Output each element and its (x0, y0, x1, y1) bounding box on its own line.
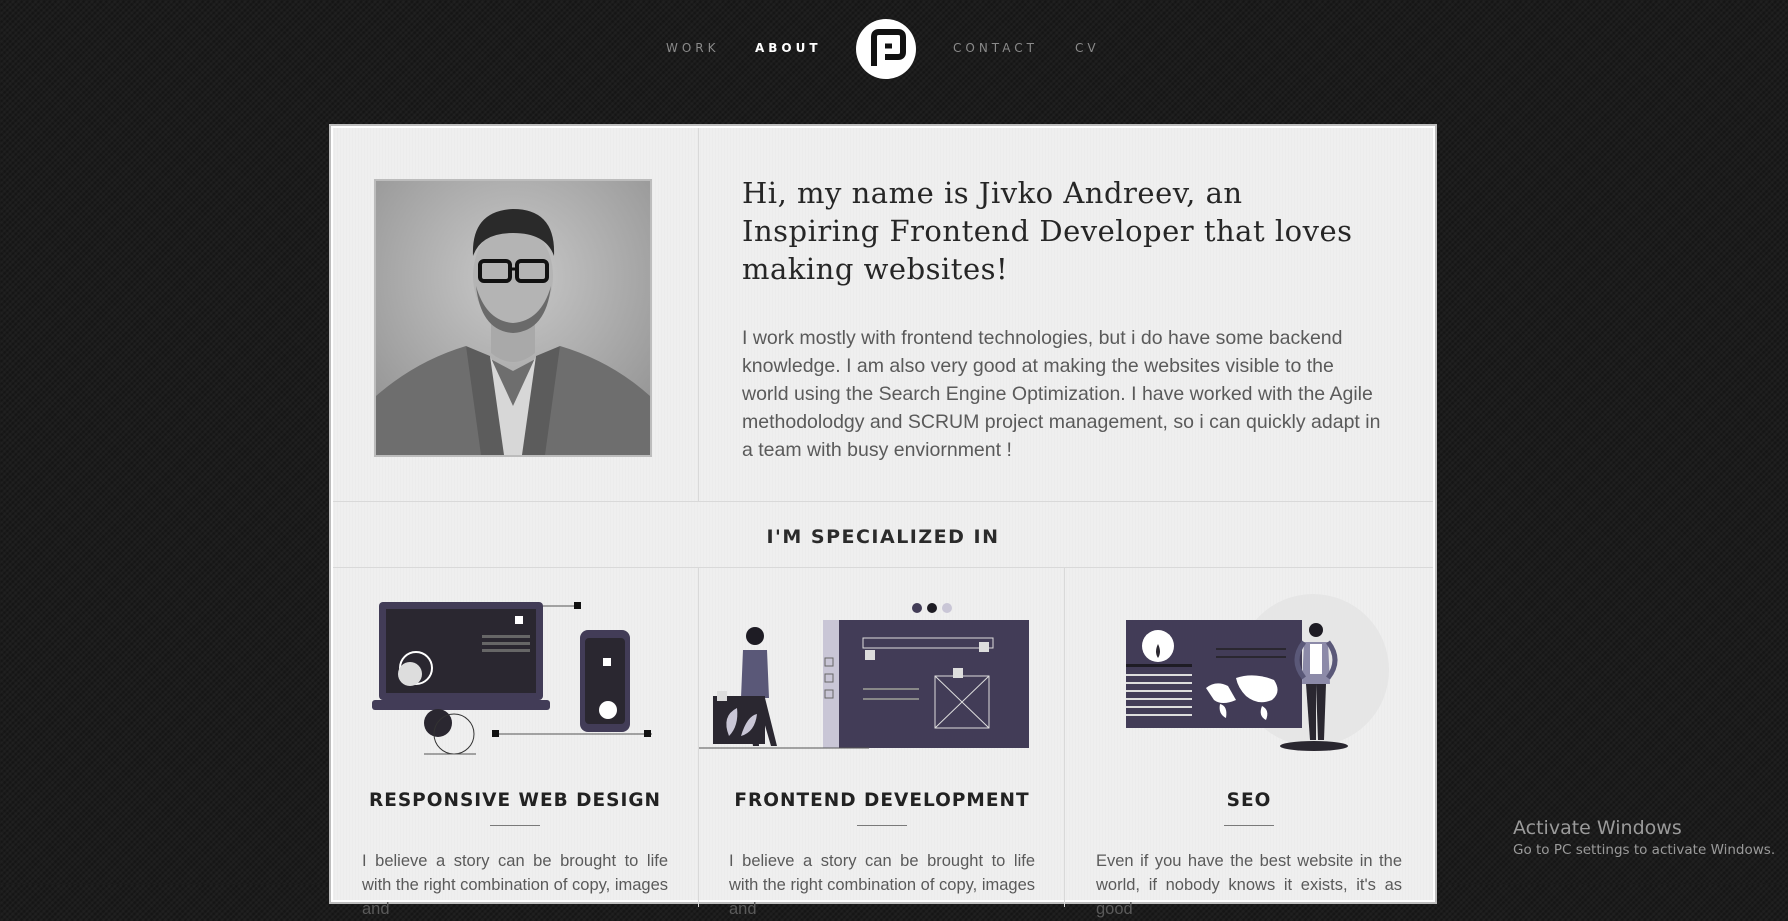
title-underline (490, 825, 540, 826)
intro-heading: Hi, my name is Jivko Andreev, an Inspiri… (742, 176, 1353, 286)
intro-paragraph: I work mostly with frontend technologies… (742, 327, 1381, 461)
skill-description: I believe a story can be brought to life… (729, 852, 1036, 918)
skill-card-frontend: FRONTEND DEVELOPMENT I believe a story c… (699, 568, 1065, 918)
title-underline (857, 825, 907, 826)
skill-card-seo: SEO Even if you have the best website in… (1066, 568, 1432, 918)
seo-world-map-icon (1066, 588, 1432, 758)
windows-activation-watermark: Activate Windows Go to PC settings to ac… (1513, 817, 1775, 858)
profile-photo (374, 179, 652, 457)
specialized-heading: I'M SPECIALIZED IN (766, 526, 1000, 548)
skill-card-responsive: RESPONSIVE WEB DESIGN I believe a story … (332, 568, 698, 918)
watermark-subtitle: Go to PC settings to activate Windows. (1513, 842, 1776, 858)
logo-home-link[interactable] (856, 19, 916, 79)
skill-title: RESPONSIVE WEB DESIGN (368, 790, 662, 811)
skill-description: I believe a story can be brought to life… (362, 852, 669, 918)
nav-link-about[interactable]: ABOUT (755, 41, 822, 55)
logo-icon (871, 29, 906, 66)
skill-title: FRONTEND DEVELOPMENT (734, 790, 1030, 811)
section-divider (333, 501, 1433, 502)
title-underline (1224, 825, 1274, 826)
skill-description: Even if you have the best website in the… (1096, 852, 1402, 918)
top-navigation: WORK ABOUT CONTACT CV (0, 0, 1788, 100)
section-divider (698, 128, 699, 501)
skill-title: SEO (1226, 790, 1272, 811)
portrait-image (376, 181, 650, 455)
nav-link-cv[interactable]: CV (1075, 41, 1100, 55)
about-card: Hi, my name is Jivko Andreev, an Inspiri… (329, 124, 1437, 918)
nav-link-work[interactable]: WORK (666, 41, 720, 55)
nav-link-contact[interactable]: CONTACT (953, 41, 1038, 55)
responsive-devices-icon (332, 588, 698, 758)
frontend-dashboard-icon (699, 588, 1065, 758)
watermark-title: Activate Windows (1513, 817, 1682, 839)
